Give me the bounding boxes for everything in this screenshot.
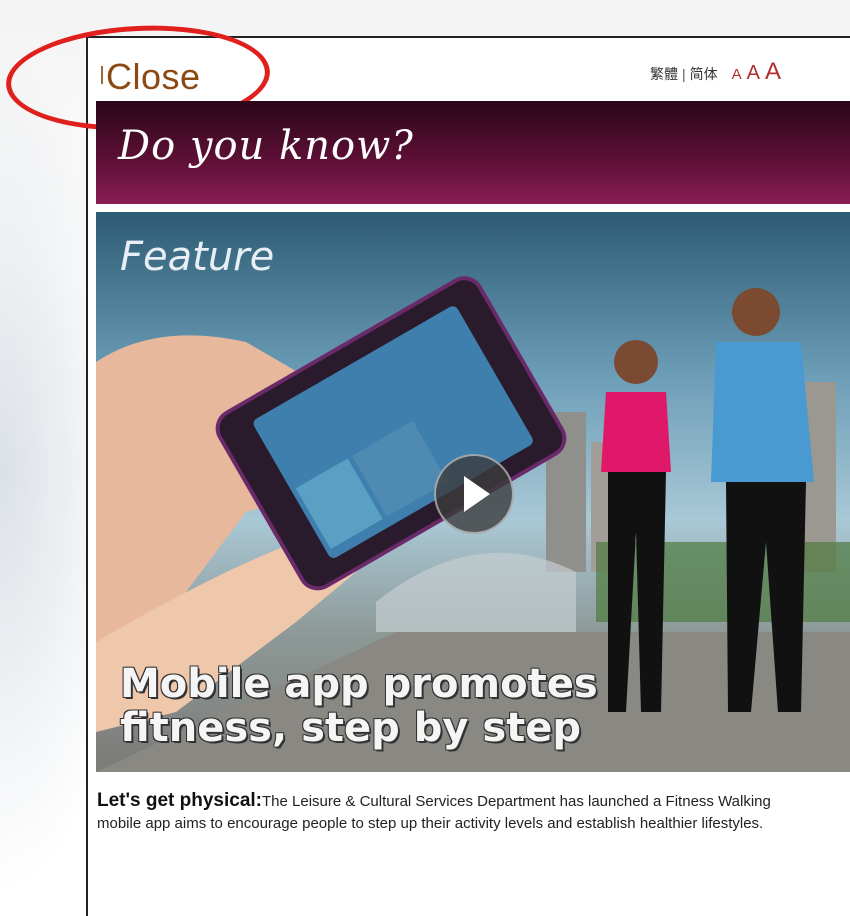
- close-button[interactable]: Close: [106, 56, 201, 98]
- font-size-small-button[interactable]: A: [732, 66, 742, 83]
- play-button[interactable]: [434, 454, 514, 534]
- traditional-chinese-link[interactable]: 繁體: [650, 64, 678, 84]
- headline-line-2: fitness, step by step: [120, 705, 582, 751]
- simplified-chinese-link[interactable]: 简体: [690, 64, 718, 84]
- banner: Do you know?: [96, 101, 850, 204]
- feature-headline: Mobile app promotes fitness, step by ste…: [120, 662, 598, 750]
- woman-head: [614, 340, 658, 384]
- close-tick: [101, 66, 103, 84]
- font-size-large-button[interactable]: A: [765, 58, 781, 86]
- banner-title: Do you know?: [118, 123, 414, 169]
- article-description: Let's get physical:The Leisure & Cultura…: [97, 790, 817, 835]
- feature-video-thumbnail[interactable]: Feature Mobile app promotes fitness, ste…: [96, 212, 850, 772]
- man-head: [732, 288, 780, 336]
- man-shirt: [711, 342, 814, 482]
- bridge-arches: [376, 552, 576, 632]
- feature-label: Feature: [120, 234, 275, 280]
- woman-shirt: [601, 392, 671, 472]
- language-toolbar: 繁體 | 简体 A A A: [650, 58, 781, 86]
- article-lead: Let's get physical:: [97, 790, 263, 811]
- headline-line-1: Mobile app promotes: [120, 661, 598, 707]
- font-size-medium-button[interactable]: A: [747, 62, 760, 85]
- language-separator: |: [682, 66, 686, 82]
- play-icon: [464, 476, 490, 512]
- phone: [215, 276, 567, 591]
